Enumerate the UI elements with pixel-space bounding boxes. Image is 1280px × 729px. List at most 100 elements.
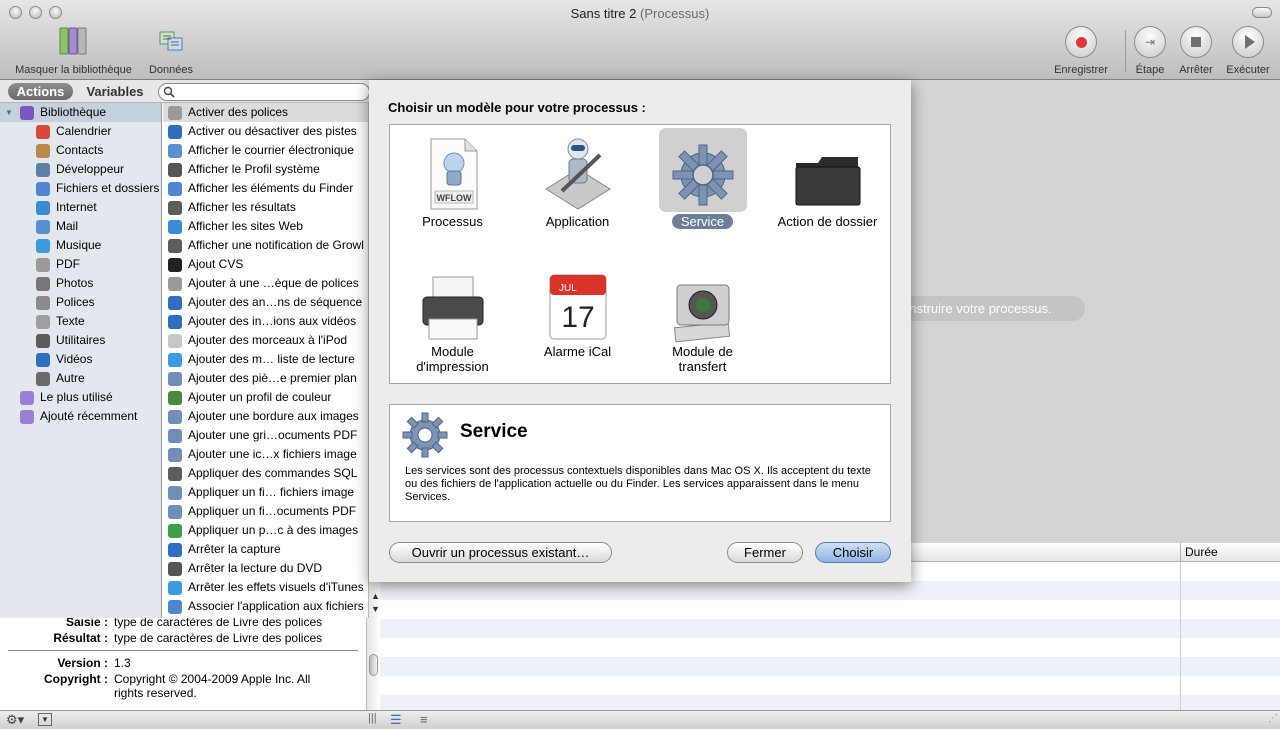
sidebar-item[interactable]: Photos	[0, 274, 161, 293]
toolbar-separator	[1125, 30, 1126, 72]
sidebar-item[interactable]: Fichiers et dossiers	[0, 179, 161, 198]
quicktime-icon	[168, 296, 182, 310]
list-item[interactable]: Afficher une notification de Growl	[163, 236, 368, 255]
split-handle-icon[interactable]: |||	[368, 712, 377, 724]
list-item[interactable]: Appliquer des commandes SQL	[163, 464, 368, 483]
list-item[interactable]: Ajouter une ic…x fichiers image	[163, 445, 368, 464]
camera-icon	[673, 284, 731, 343]
list-item[interactable]: Arrêter la lecture du DVD	[163, 559, 368, 578]
list-item[interactable]: Arrêter la capture	[163, 540, 368, 559]
template-camera[interactable]: Module de transfert	[640, 255, 765, 385]
toolbar-toggle-button[interactable]	[1252, 7, 1272, 18]
smart-folder-icon	[20, 391, 34, 405]
sidebar-item-label: Vidéos	[56, 352, 93, 366]
action-label: Appliquer des commandes SQL	[188, 466, 358, 480]
log-view-icon[interactable]: ≡	[420, 712, 428, 727]
list-item[interactable]: Activer des polices	[163, 103, 368, 122]
sidebar-item-label: Fichiers et dossiers	[56, 181, 160, 195]
tab-actions[interactable]: Actions	[8, 83, 73, 100]
open-existing-button[interactable]: Ouvrir un processus existant…	[389, 542, 612, 563]
table-row	[380, 657, 1280, 676]
ipod-icon	[168, 334, 182, 348]
list-item[interactable]: Ajout CVS	[163, 255, 368, 274]
scroll-up-arrow-icon[interactable]: ▲	[371, 591, 380, 601]
list-item[interactable]: Ajouter des in…ions aux vidéos	[163, 312, 368, 331]
list-item[interactable]: Appliquer un fi… fichiers image	[163, 483, 368, 502]
sidebar-item[interactable]: Mail	[0, 217, 161, 236]
list-item[interactable]: Ajouter un profil de couleur	[163, 388, 368, 407]
template-label: Processus	[422, 214, 483, 229]
sidebar-item[interactable]: Polices	[0, 293, 161, 312]
scroll-down-arrow-icon[interactable]: ▼	[371, 604, 380, 614]
resize-grip-icon[interactable]: ⋰	[1268, 713, 1278, 724]
sidebar-item[interactable]: Utilitaires	[0, 331, 161, 350]
template-label: Module de transfert	[672, 344, 733, 374]
sidebar-item[interactable]: Ajouté récemment	[0, 407, 161, 426]
show-description-button[interactable]: ▼	[38, 713, 52, 726]
action-label: Ajouter à une …èque de polices	[188, 276, 359, 290]
list-item[interactable]: Appliquer un p…c à des images	[163, 521, 368, 540]
template-automator-robot[interactable]: Application	[515, 125, 640, 255]
sidebar-item[interactable]: Calendrier	[0, 122, 161, 141]
stop-button[interactable]: Arrêter	[1175, 24, 1217, 76]
list-item[interactable]: Afficher les résultats	[163, 198, 368, 217]
disclosure-triangle-icon[interactable]: ▼	[5, 103, 13, 122]
list-item[interactable]: Ajouter à une …èque de polices	[163, 274, 368, 293]
record-button[interactable]: Enregistrer	[1050, 24, 1112, 76]
action-label: Afficher les sites Web	[188, 219, 303, 233]
description-scrollbar[interactable]	[366, 618, 380, 710]
template-printer[interactable]: Module d'impression	[390, 255, 515, 385]
sidebar-item[interactable]: Texte	[0, 312, 161, 331]
choose-button[interactable]: Choisir	[815, 542, 891, 563]
list-item[interactable]: Afficher les éléments du Finder	[163, 179, 368, 198]
sidebar-item[interactable]: Musique	[0, 236, 161, 255]
sidebar-item[interactable]: Contacts	[0, 141, 161, 160]
list-item[interactable]: Ajouter des an…ns de séquence	[163, 293, 368, 312]
data-button[interactable]: Données	[145, 24, 197, 76]
list-item[interactable]: Ajouter des m… liste de lecture	[163, 350, 368, 369]
template-calendar[interactable]: JUL 17 Alarme iCal	[515, 255, 640, 385]
list-item[interactable]: Associer l'application aux fichiers	[163, 597, 368, 616]
gear-icon[interactable]: ⚙▾	[6, 712, 24, 728]
fonts-icon	[168, 277, 182, 291]
list-item[interactable]: Afficher les sites Web	[163, 217, 368, 236]
template-workflow-document[interactable]: WFLOW Processus	[390, 125, 515, 255]
template-label: Application	[545, 214, 610, 229]
list-item[interactable]: Afficher le courrier électronique	[163, 141, 368, 160]
template-chooser-sheet: Choisir un modèle pour votre processus :…	[369, 80, 911, 582]
video-icon	[36, 353, 50, 367]
sidebar-item[interactable]: Autre	[0, 369, 161, 388]
list-view-icon[interactable]: ☰	[390, 712, 402, 728]
template-gear[interactable]: Service	[640, 125, 765, 255]
action-label: Ajouter une gri…ocuments PDF	[188, 428, 358, 442]
list-item[interactable]: Arrêter les effets visuels d'iTunes	[163, 578, 368, 597]
list-item[interactable]: Ajouter une bordure aux images	[163, 407, 368, 426]
list-item[interactable]: Ajouter des piè…e premier plan	[163, 369, 368, 388]
list-item[interactable]: Afficher le Profil système	[163, 160, 368, 179]
system-profiler-icon	[168, 163, 182, 177]
column-header-duree[interactable]: Durée	[1180, 543, 1218, 562]
template-folder[interactable]: Action de dossier	[765, 125, 890, 255]
sidebar-item[interactable]: Développeur	[0, 160, 161, 179]
hide-library-button[interactable]: Masquer la bibliothèque	[8, 24, 139, 76]
action-label: Ajouter des morceaux à l'iPod	[188, 333, 348, 347]
close-button[interactable]: Fermer	[727, 542, 803, 563]
sidebar-item[interactable]: PDF	[0, 255, 161, 274]
list-item[interactable]: Appliquer un fi…ocuments PDF	[163, 502, 368, 521]
tab-variables[interactable]: Variables	[80, 83, 150, 100]
table-row	[380, 695, 1280, 710]
search-input[interactable]	[158, 83, 370, 101]
list-item[interactable]: Ajouter des morceaux à l'iPod	[163, 331, 368, 350]
list-item[interactable]: Activer ou désactiver des pistes	[163, 122, 368, 141]
sidebar-item-label: Bibliothèque	[40, 105, 107, 119]
step-icon: ⇥	[1134, 26, 1166, 58]
sidebar-item[interactable]: Le plus utilisé	[0, 388, 161, 407]
scroll-thumb[interactable]	[369, 654, 378, 676]
list-item[interactable]: Ajouter une gri…ocuments PDF	[163, 426, 368, 445]
colorsync-icon	[168, 391, 182, 405]
run-button[interactable]: Exécuter	[1223, 24, 1273, 76]
sidebar-item[interactable]: Vidéos	[0, 350, 161, 369]
sidebar-item[interactable]: Internet	[0, 198, 161, 217]
step-button[interactable]: ⇥ Étape	[1132, 24, 1168, 76]
sidebar-item[interactable]: ▼ Bibliothèque	[0, 103, 161, 122]
